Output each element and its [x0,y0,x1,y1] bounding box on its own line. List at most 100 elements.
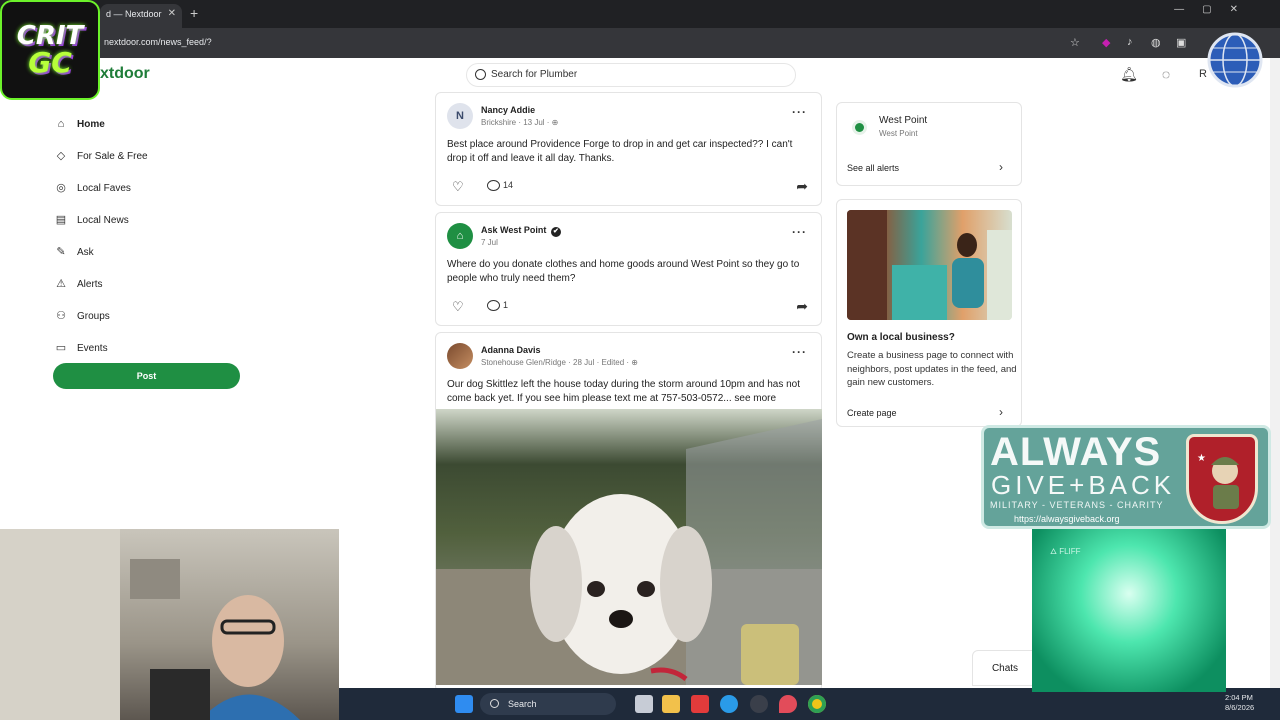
chevron-right-icon[interactable]: › [999,160,1003,174]
extensions-puzzle-icon[interactable]: ▣ [1176,36,1186,49]
dog-photo[interactable] [436,409,822,685]
dog-illustration [436,419,822,685]
nextdoor-logo[interactable]: xtdoor [100,65,150,83]
banner-title: ALWAYS [990,430,1162,474]
post-button[interactable]: Post [53,363,240,389]
feed-post: Adanna Davis Stonehouse Glen/Ridge · 28 … [435,332,822,692]
browser-tab[interactable]: d — Nextdoor ✕ [100,4,182,28]
see-all-alerts-link[interactable]: See all alerts [847,163,899,173]
webcam-feed [0,529,339,720]
more-options-icon[interactable]: ··· [792,105,807,119]
post-body[interactable]: Where do you donate clothes and home goo… [447,258,815,286]
chats-button[interactable]: Chats [972,650,1038,686]
badge-icon: ◎ [56,182,66,194]
clock-date: 8/6/2026 [1225,703,1255,712]
page-scrollbar[interactable] [1270,58,1280,688]
edge-browser-icon[interactable] [720,695,738,713]
like-heart-icon[interactable]: ♡ [452,179,464,195]
task-view-icon[interactable] [635,695,653,713]
browser-tab-bar: d — Nextdoor ✕ + —▢✕ [0,0,1280,28]
post-body[interactable]: Our dog Skittlez left the house today du… [447,378,815,406]
sidebar-item-label: For Sale & Free [77,150,148,162]
always-give-back-banner: ALWAYS GIVE+BACK MILITARY - VETERANS - C… [981,425,1271,529]
account-icon[interactable]: ◍ [1151,36,1161,49]
media-icon[interactable]: ♪ [1127,36,1133,48]
ask-icon: ✎ [56,246,66,258]
sidebar-item-local-news[interactable]: ▤ Local News [54,204,244,236]
extension-icon[interactable]: ◆ [1102,36,1110,49]
windows-start-icon[interactable] [455,695,473,713]
new-tab-button[interactable]: + [190,4,198,22]
share-icon[interactable]: ➦ [796,178,808,195]
sidebar-item-alerts[interactable]: ⚠ Alerts [54,268,244,300]
video-app-icon[interactable] [691,695,709,713]
business-promo-card: Own a local business? Create a business … [836,199,1022,427]
author-name: Ask West Point [481,225,547,235]
comment-button[interactable]: 14 [487,180,513,192]
status-dot-icon [855,123,864,132]
url-field[interactable]: nextdoor.com/news_feed/? [104,37,212,47]
alert-location: West Point [879,115,928,126]
sidebar-item-label: Local Faves [77,182,131,194]
post-author[interactable]: Adanna Davis [481,345,541,355]
business-heading: Own a local business? [847,332,955,343]
more-options-icon[interactable]: ··· [792,345,807,359]
avatar[interactable]: ⌂ [447,223,473,249]
taskbar-search[interactable]: Search [480,693,616,715]
avatar[interactable] [447,343,473,369]
sidebar-item-groups[interactable]: ⚇ Groups [54,300,244,332]
comment-icon [487,300,500,312]
sidebar-item-label: Ask [77,246,94,258]
post-actions: ♡ 14 ➦ [447,177,813,197]
search-input[interactable]: Search for Plumber [466,63,796,87]
post-body[interactable]: Best place around Providence Forge to dr… [447,138,815,166]
tab-title: d — Nextdoor [106,9,162,19]
sidebar-item-label: Alerts [77,278,103,290]
see-more-link[interactable]: see more [732,393,776,404]
sidebar-item-local-faves[interactable]: ◎ Local Faves [54,172,244,204]
shop-owner-illustration [847,210,1012,320]
avatar[interactable]: N [447,103,473,129]
window-controls[interactable]: —▢✕ [1174,4,1256,15]
alert-icon: ⚠ [56,278,66,290]
home-icon: ⌂ [57,118,65,130]
notifications-bell-icon[interactable]: 🔔︎ [1120,65,1138,83]
app-icon[interactable] [750,695,768,713]
windows-taskbar: Search 2:04 PM 8/6/2026 [339,688,1280,720]
chevron-right-icon[interactable]: › [999,405,1003,419]
close-tab-icon[interactable]: ✕ [168,4,176,24]
maps-pin-icon[interactable] [779,695,797,713]
search-placeholder: Search for Plumber [491,69,578,80]
taskbar-clock[interactable]: 2:04 PM 8/6/2026 [1225,693,1254,713]
post-author[interactable]: Ask West Point ✔ [481,225,561,237]
business-promo-image [847,210,1012,320]
create-page-link[interactable]: Create page [847,408,897,418]
sidebar-item-home[interactable]: ⌂ Home [54,108,244,140]
file-explorer-icon[interactable] [662,695,680,713]
messages-icon[interactable]: ◌ [1157,65,1175,83]
sidebar-item-ask[interactable]: ✎ Ask [54,236,244,268]
sidebar-item-events[interactable]: ▭ Events [54,332,244,364]
comment-count: 1 [503,300,509,310]
team-globe-logo [1207,32,1263,88]
sidebar-item-label: Home [77,118,105,130]
banner-subtitle: GIVE+BACK [991,470,1176,500]
more-options-icon[interactable]: ··· [792,225,807,239]
like-heart-icon[interactable]: ♡ [452,299,464,315]
streamer-silhouette [0,529,300,720]
share-icon[interactable]: ➦ [796,298,808,315]
screen: d — Nextdoor ✕ + —▢✕ nextdoor.com/news_f… [0,0,1280,720]
post-author[interactable]: Nancy Addie [481,105,535,115]
feed-post: ⌂ Ask West Point ✔ 7 Jul ··· Where do yo… [435,212,822,326]
sidebar-item-for-sale[interactable]: ◇ For Sale & Free [54,140,244,172]
comment-button[interactable]: 1 [487,300,509,312]
soldier-shield-icon: ★ [1186,434,1258,524]
address-bar: nextdoor.com/news_feed/? ☆ ◆ ♪ ◍ ▣ [0,28,1280,58]
sidebar-item-label: Events [77,342,108,354]
banner-url: https://alwaysgiveback.org [1014,514,1120,524]
logo-line-2: GC [28,46,72,79]
business-description: Create a business page to connect with n… [847,350,1017,388]
newspaper-icon: ▤ [55,214,67,226]
bookmark-star-icon[interactable]: ☆ [1070,36,1080,49]
chrome-browser-icon[interactable] [808,695,826,713]
